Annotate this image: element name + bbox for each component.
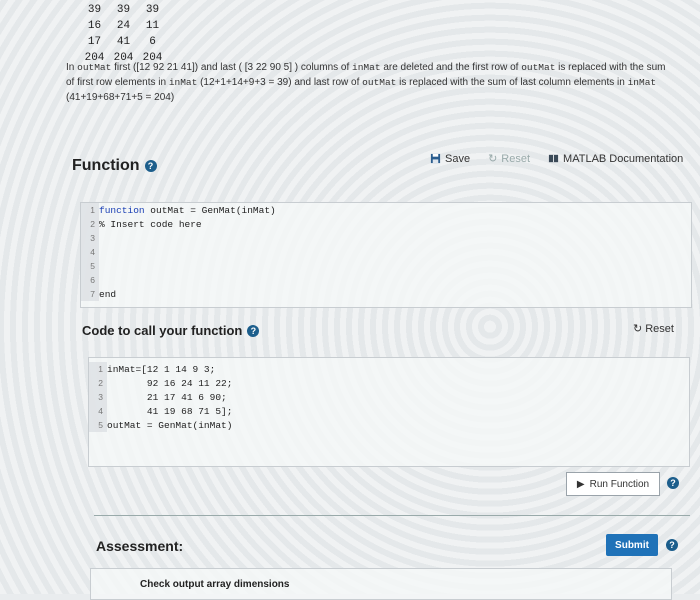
line-number: 2 — [89, 376, 107, 390]
help-icon[interactable]: ? — [247, 324, 260, 337]
line-number: 4 — [81, 245, 99, 259]
code-text: outMat = GenMat(inMat) — [144, 204, 276, 216]
desc-text: In — [66, 62, 78, 73]
code-text: inMat=[12 1 14 9 3; — [107, 363, 216, 375]
code-line: 2 92 16 24 11 22; — [89, 376, 689, 390]
call-reset-button[interactable]: ↻ Reset — [633, 322, 674, 336]
line-number: 2 — [81, 217, 99, 231]
code-text: 92 16 24 11 22; — [107, 377, 233, 389]
code-text: 41 19 68 71 5]; — [107, 405, 233, 417]
code-line: 3 — [81, 231, 691, 245]
function-title: Function — [72, 157, 140, 174]
line-number: 3 — [81, 231, 99, 245]
run-function-button[interactable]: ▶ Run Function — [566, 472, 660, 496]
line-number: 5 — [89, 418, 107, 432]
function-heading: Function ? — [72, 157, 157, 175]
matrix-cell: 11 — [145, 20, 160, 32]
assessment-title: Assessment: — [96, 538, 184, 554]
desc-text: (12+1+14+9+3 = 39) and last row of — [197, 77, 363, 88]
save-label: Save — [445, 152, 471, 165]
reset-label: Reset — [645, 322, 674, 335]
function-toolbar: Save ↻ Reset MATLAB Documentation — [430, 152, 683, 165]
matrix-row: 17 41 6 — [80, 34, 167, 50]
line-number: 6 — [81, 273, 99, 287]
line-number: 4 — [89, 404, 107, 418]
code-comment: % Insert code here — [99, 218, 202, 230]
code-line: 1 inMat=[12 1 14 9 3; — [89, 362, 689, 376]
desc-var: outMat — [77, 62, 112, 73]
matrix-cell: 24 — [116, 20, 131, 32]
help-icon[interactable]: ? — [667, 477, 679, 489]
code-line: 4 41 19 68 71 5]; — [89, 404, 689, 418]
line-number: 7 — [81, 287, 99, 301]
code-line: 4 — [81, 245, 691, 259]
desc-var: outMat — [521, 62, 556, 73]
play-icon: ▶ — [576, 478, 585, 490]
docs-label: MATLAB Documentation — [563, 152, 684, 165]
call-code-title: Code to call your function — [82, 323, 243, 338]
desc-text: first ([12 92 21 41]) and last ( [3 22 9… — [111, 62, 353, 73]
help-icon[interactable]: ? — [666, 539, 678, 551]
desc-text: is replaced with the sum of last column … — [396, 77, 628, 88]
matrix-cell: 39 — [145, 4, 160, 16]
call-code-heading: Code to call your function ? — [82, 323, 260, 338]
code-line: 1 function outMat = GenMat(inMat) — [81, 203, 691, 217]
matrix-cell: 17 — [87, 36, 102, 48]
function-editor[interactable]: 1 function outMat = GenMat(inMat) 2 % In… — [80, 202, 692, 308]
save-button[interactable]: Save — [430, 153, 470, 165]
reset-button[interactable]: ↻ Reset — [488, 152, 531, 166]
code-keyword: end — [99, 288, 117, 300]
matrix-cell: 39 — [116, 4, 131, 16]
matrix-row: 16 24 11 — [80, 18, 167, 34]
desc-text: (41+19+68+71+5 = 204) — [66, 92, 175, 103]
desc-var: outMat — [362, 77, 397, 88]
code-line: 7 end — [81, 287, 691, 301]
line-number: 1 — [81, 203, 99, 217]
code-keyword: function — [99, 204, 145, 216]
desc-var: inMat — [627, 77, 657, 88]
desc-text: are deleted and the first row of — [380, 62, 522, 73]
code-line: 6 — [81, 273, 691, 287]
section-divider — [94, 515, 690, 516]
reset-icon: ↻ — [633, 323, 643, 335]
matrix-row: 39 39 39 — [80, 2, 167, 18]
line-number: 1 — [89, 362, 107, 376]
problem-description: In outMat first ([12 92 21 41]) and last… — [66, 60, 676, 105]
code-line: 5 outMat = GenMat(inMat) — [89, 418, 689, 432]
reset-icon: ↻ — [488, 153, 498, 165]
code-line: 5 — [81, 259, 691, 273]
code-line: 3 21 17 41 6 90; — [89, 390, 689, 404]
help-icon[interactable]: ? — [144, 160, 157, 172]
save-icon — [430, 153, 441, 164]
line-number: 3 — [89, 390, 107, 404]
matlab-documentation-link[interactable]: MATLAB Documentation — [548, 153, 683, 165]
matrix-cell: 39 — [87, 4, 102, 16]
desc-var: inMat — [168, 77, 198, 88]
matrix-cell: 16 — [87, 20, 102, 32]
call-code-editor[interactable]: 1 inMat=[12 1 14 9 3; 2 92 16 24 11 22; … — [88, 357, 690, 467]
desc-var: inMat — [352, 62, 381, 73]
test-label: Check output array dimensions — [140, 579, 290, 590]
submit-button[interactable]: Submit — [606, 534, 658, 556]
reset-label: Reset — [501, 152, 531, 165]
book-icon — [548, 154, 559, 163]
run-label: Run Function — [589, 478, 650, 490]
output-matrix: 39 39 39 16 24 11 17 41 6 204 204 204 — [80, 2, 167, 66]
line-number: 5 — [81, 259, 99, 273]
matrix-cell: 6 — [149, 36, 156, 48]
matrix-cell: 41 — [116, 36, 131, 48]
code-text: 21 17 41 6 90; — [107, 391, 227, 403]
code-text: outMat = GenMat(inMat) — [107, 419, 233, 431]
code-line: 2 % Insert code here — [81, 217, 691, 231]
